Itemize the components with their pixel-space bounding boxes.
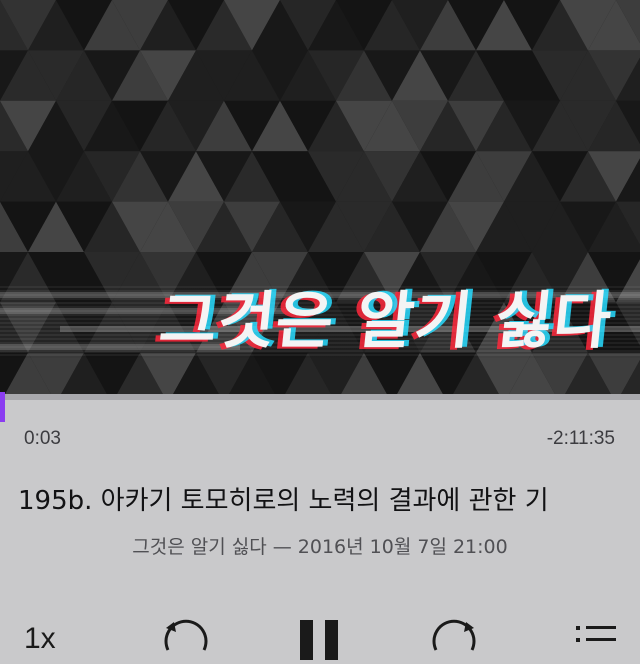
podcast-artwork: 그것은 알기 싫다 그것은 알기 싫다 그것은 알기 싫다 xyxy=(0,0,640,394)
remaining-time: -2:11:35 xyxy=(547,428,615,450)
skip-back-button[interactable] xyxy=(160,616,212,660)
progress-knob[interactable] xyxy=(0,392,5,422)
artwork-title: 그것은 알기 싫다 그것은 알기 싫다 그것은 알기 싫다 xyxy=(160,276,620,366)
skip-back-15-icon xyxy=(160,616,212,656)
playback-speed-button[interactable]: 1x xyxy=(24,622,56,656)
episode-title: 195b. 아카기 토모히로의 노력의 결과에 관한 기 xyxy=(18,480,640,517)
list-icon xyxy=(576,624,616,654)
skip-forward-button[interactable] xyxy=(428,616,480,660)
elapsed-time: 0:03 xyxy=(24,428,61,450)
episode-subtitle: 그것은 알기 싫다 — 2016년 10월 7일 21:00 xyxy=(0,532,640,559)
skip-forward-30-icon xyxy=(428,616,480,656)
progress-bar[interactable] xyxy=(0,394,640,400)
playback-controls: 1x xyxy=(0,600,640,640)
pause-icon xyxy=(298,620,342,660)
episode-list-button[interactable] xyxy=(576,624,616,658)
pause-button[interactable] xyxy=(298,620,342,664)
